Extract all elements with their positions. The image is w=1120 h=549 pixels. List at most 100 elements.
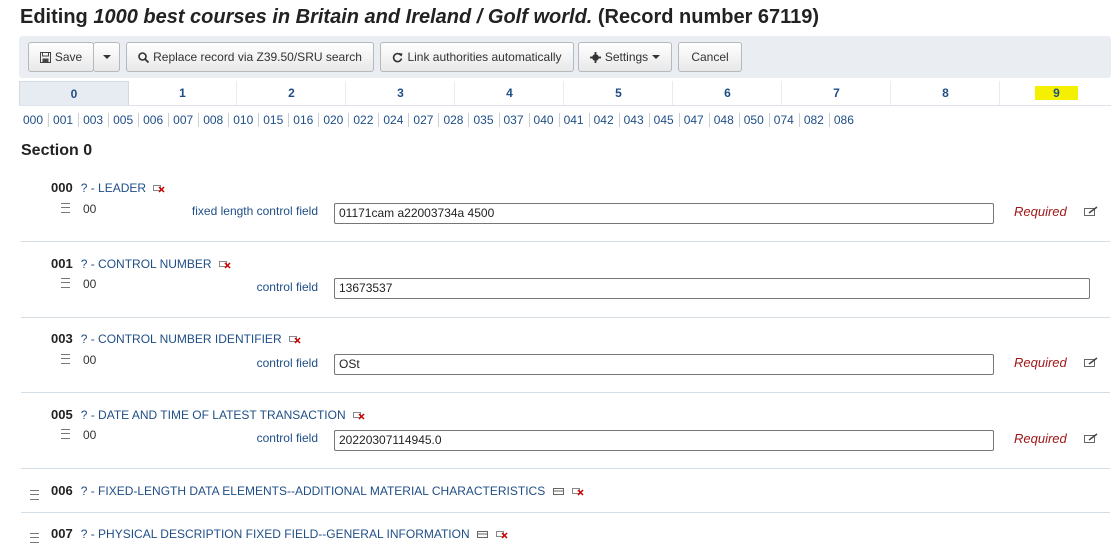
tag-number: 001: [51, 256, 73, 271]
control-number-input[interactable]: 13673537: [334, 278, 1090, 299]
tab-9[interactable]: 9: [1002, 81, 1111, 105]
delete-field-icon[interactable]: [153, 184, 165, 193]
field-nav-link[interactable]: 016: [288, 113, 315, 127]
field-nav-link[interactable]: 010: [228, 113, 255, 127]
subfield-label: control field: [256, 356, 318, 370]
tab-7[interactable]: 7: [783, 81, 891, 105]
drag-handle-icon[interactable]: [30, 533, 39, 543]
field-nav-link[interactable]: 005: [108, 113, 135, 127]
field-nav-link[interactable]: 047: [678, 113, 706, 127]
section-tabs: 0 1 2 3 4 5 6 7 8 9: [19, 81, 1111, 106]
edit-plugin-icon[interactable]: [1084, 206, 1098, 217]
field-nav-link[interactable]: 045: [648, 113, 676, 127]
tab-3[interactable]: 3: [347, 81, 455, 105]
field-nav-link[interactable]: 082: [798, 113, 826, 127]
field-nav-link[interactable]: 008: [198, 113, 225, 127]
tag-help-link[interactable]: ? - FIXED-LENGTH DATA ELEMENTS--ADDITION…: [81, 484, 546, 498]
field-nav-link[interactable]: 086: [828, 113, 856, 127]
cancel-button[interactable]: Cancel: [678, 42, 742, 72]
expand-field-icon[interactable]: [552, 487, 565, 496]
expand-field-icon[interactable]: [477, 530, 489, 539]
edit-plugin-icon[interactable]: [1084, 433, 1098, 444]
tab-0[interactable]: 0: [19, 81, 129, 105]
field-nav-link[interactable]: 050: [738, 113, 766, 127]
field-nav-link[interactable]: 048: [708, 113, 736, 127]
indicator-value: 00: [83, 277, 97, 291]
tab-8[interactable]: 8: [892, 81, 1000, 105]
drag-handle-icon[interactable]: [61, 278, 70, 288]
tab-5[interactable]: 5: [565, 81, 673, 105]
field-nav-link[interactable]: 015: [258, 113, 285, 127]
title-prefix: Editing: [20, 6, 94, 28]
settings-label: Settings: [604, 50, 649, 64]
tag-help-link[interactable]: ? - PHYSICAL DESCRIPTION FIXED FIELD--GE…: [81, 527, 470, 541]
field-000-header: 000 ? - LEADER: [51, 180, 165, 195]
save-button[interactable]: Save: [28, 42, 94, 72]
field-nav-link[interactable]: 027: [408, 113, 435, 127]
field-nav-link[interactable]: 001: [48, 113, 75, 127]
field-nav-link[interactable]: 020: [318, 113, 345, 127]
tab-6[interactable]: 6: [674, 81, 782, 105]
subfield-label: control field: [256, 431, 318, 445]
search-icon: [138, 51, 150, 63]
field-007-header: 007 ? - PHYSICAL DESCRIPTION FIXED FIELD-…: [51, 526, 508, 541]
replace-record-button[interactable]: Replace record via Z39.50/SRU search: [126, 42, 374, 72]
tag-number: 000: [51, 180, 73, 195]
tab-1[interactable]: 1: [129, 81, 237, 105]
delete-field-icon[interactable]: [352, 411, 365, 420]
field-nav-link[interactable]: 041: [558, 113, 586, 127]
settings-dropdown-button[interactable]: Settings: [578, 42, 672, 72]
tab-4[interactable]: 4: [456, 81, 564, 105]
tag-help-link[interactable]: ? - LEADER: [81, 181, 146, 195]
field-nav-link[interactable]: 035: [468, 113, 495, 127]
required-indicator: Required: [1014, 431, 1067, 446]
field-nav-link[interactable]: 043: [618, 113, 646, 127]
edit-plugin-icon[interactable]: [1084, 357, 1098, 368]
tag-number: 003: [51, 331, 73, 346]
field-nav-link[interactable]: 024: [378, 113, 405, 127]
field-separator: [21, 317, 1110, 318]
field-001-header: 001 ? - CONTROL NUMBER: [51, 256, 231, 271]
caret-down-icon: [102, 55, 111, 59]
field-nav-link[interactable]: 042: [588, 113, 616, 127]
tag-help-link[interactable]: ? - DATE AND TIME OF LATEST TRANSACTION: [81, 408, 346, 422]
indicator-value: 00: [83, 202, 97, 216]
drag-handle-icon[interactable]: [61, 354, 70, 364]
tab-label: 3: [397, 86, 404, 100]
field-nav-link[interactable]: 074: [768, 113, 796, 127]
field-nav-link[interactable]: 000: [21, 113, 45, 127]
control-number-identifier-input[interactable]: OSt: [334, 354, 994, 375]
tab-2[interactable]: 2: [238, 81, 346, 105]
tag-help-link[interactable]: ? - CONTROL NUMBER IDENTIFIER: [81, 332, 282, 346]
delete-field-icon[interactable]: [218, 260, 231, 269]
date-time-input[interactable]: 20220307114945.0: [334, 430, 994, 451]
tab-label: 8: [942, 86, 949, 100]
field-nav-link[interactable]: 003: [78, 113, 105, 127]
field-nav-link[interactable]: 006: [138, 113, 165, 127]
field-005-header: 005 ? - DATE AND TIME OF LATEST TRANSACTI…: [51, 407, 365, 422]
required-indicator: Required: [1014, 204, 1067, 219]
delete-field-icon[interactable]: [288, 335, 301, 344]
field-nav-link[interactable]: 028: [438, 113, 465, 127]
tag-number: 006: [51, 483, 73, 498]
tab-label: 4: [506, 86, 513, 100]
drag-handle-icon[interactable]: [61, 429, 70, 439]
caret-down-icon: [652, 55, 661, 59]
link-authorities-label: Link authorities automatically: [407, 50, 562, 64]
link-authorities-button[interactable]: Link authorities automatically: [380, 42, 574, 72]
leader-input[interactable]: 01171cam a22003734a 4500: [334, 203, 994, 224]
field-nav-link[interactable]: 022: [348, 113, 375, 127]
record-title: 1000 best courses in Britain and Ireland…: [93, 6, 593, 28]
delete-field-icon[interactable]: [496, 530, 508, 539]
drag-handle-icon[interactable]: [61, 203, 70, 213]
field-nav-link[interactable]: 037: [498, 113, 526, 127]
tag-number: 005: [51, 407, 73, 422]
tab-label: 5: [615, 86, 622, 100]
field-separator: [21, 241, 1110, 242]
field-nav-link[interactable]: 007: [168, 113, 195, 127]
tag-help-link[interactable]: ? - CONTROL NUMBER: [81, 257, 212, 271]
delete-field-icon[interactable]: [571, 487, 584, 496]
drag-handle-icon[interactable]: [30, 490, 39, 500]
field-nav-link[interactable]: 040: [528, 113, 556, 127]
save-options-dropdown-button[interactable]: [93, 42, 120, 72]
